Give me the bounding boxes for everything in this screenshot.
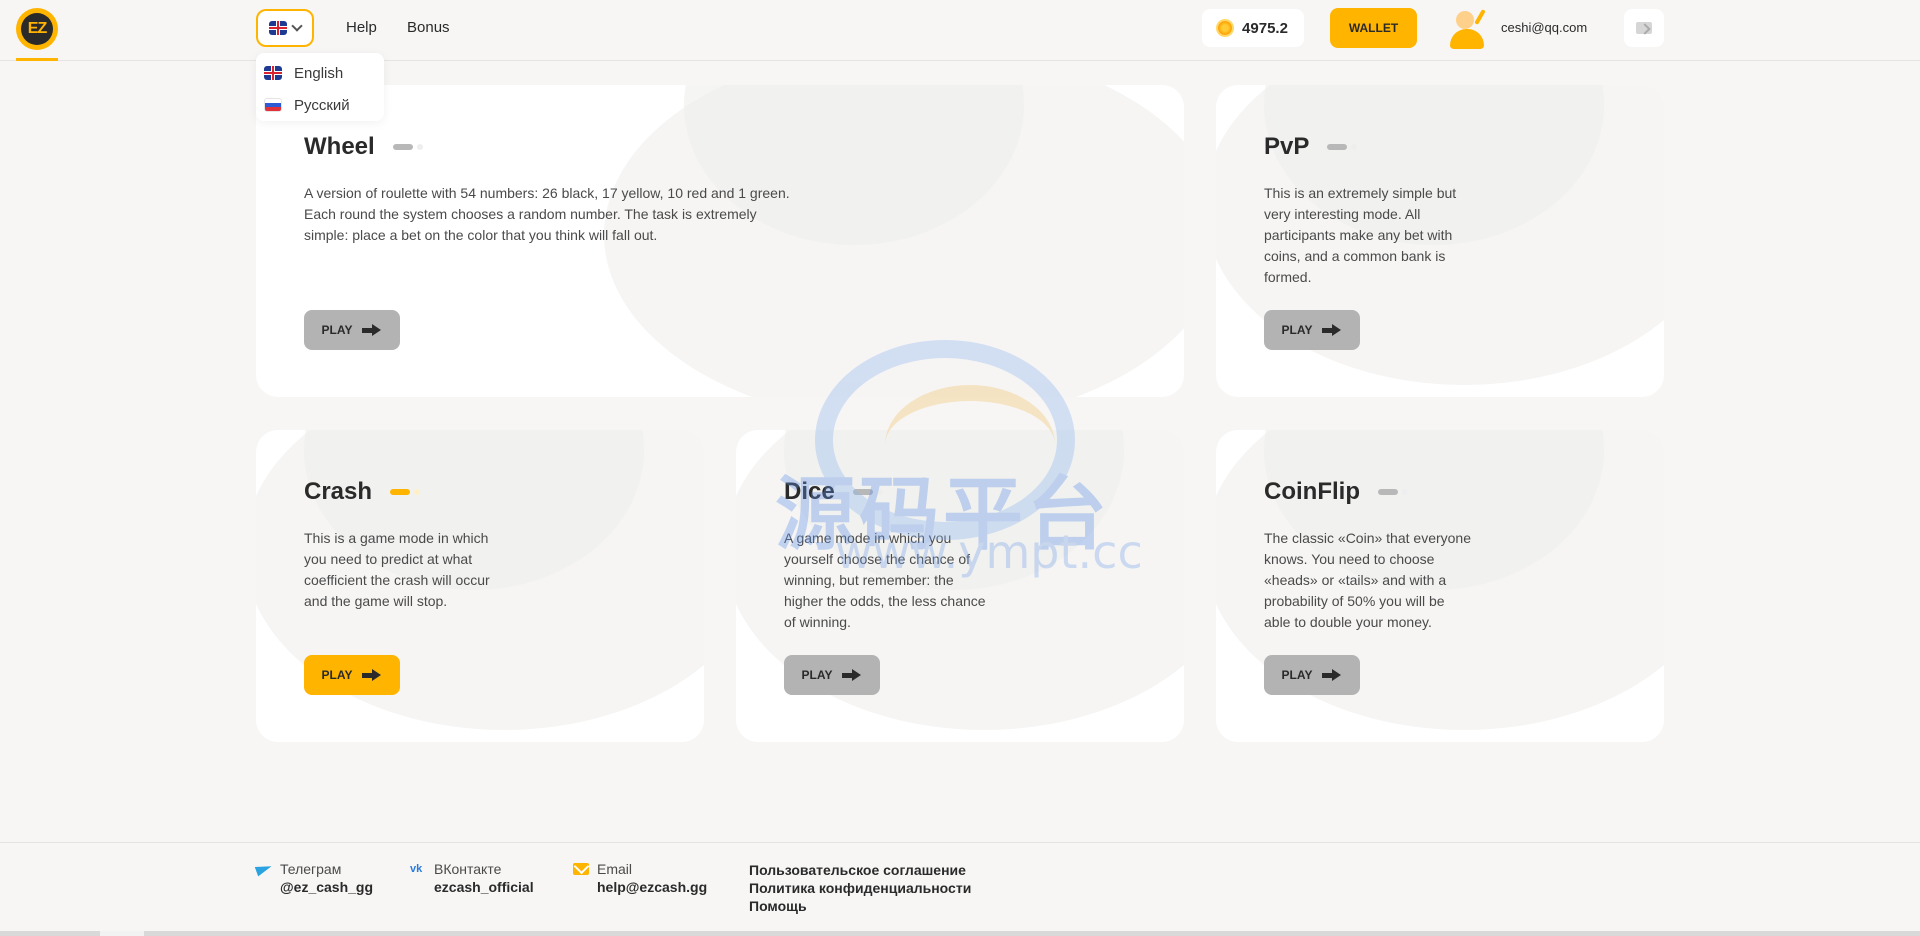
game-title: Crash [304,478,421,506]
language-selector-button[interactable] [256,9,314,47]
logout-icon [1636,22,1652,34]
game-indicator-dots [390,489,421,495]
arrow-right-icon [362,324,382,336]
telegram-icon [256,862,272,876]
footer-contact-telegram[interactable]: Телеграм @ez_cash_gg [256,861,373,895]
wallet-button[interactable]: WALLET [1330,8,1417,48]
game-card-coinflip: CoinFlip The classic «Coin» that everyon… [1216,430,1664,742]
footer-link-user-agreement[interactable]: Пользовательское соглашение [749,861,971,879]
balance-value: 4975.2 [1242,19,1288,37]
play-wheel-button[interactable]: PLAY [304,310,400,350]
vk-handle[interactable]: ezcash_official [410,879,534,895]
telegram-handle[interactable]: @ez_cash_gg [256,879,373,895]
game-indicator-dots [392,144,423,150]
language-option-english[interactable]: English [256,57,384,89]
footer-links: Пользовательское соглашение Политика кон… [749,861,971,915]
game-description: A game mode in which you yourself choose… [784,530,986,630]
language-option-label: English [294,64,344,82]
logout-button[interactable] [1624,9,1664,47]
play-pvp-button[interactable]: PLAY [1264,310,1360,350]
vk-icon: vk [410,863,423,875]
email-address[interactable]: help@ezcash.gg [573,879,707,895]
play-coinflip-button[interactable]: PLAY [1264,655,1360,695]
game-title: CoinFlip [1264,478,1408,506]
game-indicator-dots [1327,144,1358,150]
game-indicator-dots [852,489,883,495]
footer-link-help[interactable]: Помощь [749,897,971,915]
game-indicator-dots [1377,489,1408,495]
play-crash-button[interactable]: PLAY [304,655,400,695]
game-description: The classic «Coin» that everyone knows. … [1264,530,1471,630]
language-option-russian[interactable]: Русский [256,89,384,121]
language-option-label: Русский [294,96,350,114]
game-card-wheel: Wheel A version of roulette with 54 numb… [256,85,1184,397]
coin-icon [1218,21,1233,35]
game-title: Dice [784,478,883,506]
game-description: A version of roulette with 54 numbers: 2… [304,185,790,243]
game-description: This is an extremely simple but very int… [1264,185,1457,285]
top-header: EZ Help Bonus 4975.2 WALLET ceshi@qq.com [0,0,1920,61]
footer-link-privacy-policy[interactable]: Политика конфиденциальности [749,879,971,897]
nav-help-link[interactable]: Help [346,19,377,36]
arrow-right-icon [1322,324,1342,336]
logo-active-indicator [16,58,58,61]
game-title: PvP [1264,133,1358,161]
game-card-dice: Dice A game mode in which you yourself c… [736,430,1184,742]
logo-mark: EZ [21,13,53,45]
user-avatar-icon[interactable] [1450,7,1490,49]
footer-contact-email[interactable]: Email help@ezcash.gg [573,861,707,895]
uk-flag-icon [264,66,282,80]
balance-display: 4975.2 [1202,9,1304,47]
game-description: This is a game mode in which you need to… [304,530,490,609]
footer-contact-vk[interactable]: vk ВКонтакте ezcash_official [410,861,534,895]
nav-bonus-link[interactable]: Bonus [407,19,450,36]
arrow-right-icon [842,669,862,681]
arrow-right-icon [362,669,382,681]
arrow-right-icon [1322,669,1342,681]
uk-flag-icon [269,21,287,35]
chevron-down-icon [291,20,303,32]
mail-icon [573,863,589,875]
logo[interactable]: EZ [16,8,58,50]
user-email[interactable]: ceshi@qq.com [1501,20,1587,35]
play-dice-button[interactable]: PLAY [784,655,880,695]
game-card-pvp: PvP This is an extremely simple but very… [1216,85,1664,397]
horizontal-scrollbar[interactable] [0,931,1920,936]
page-footer: Телеграм @ez_cash_gg vk ВКонтакте ezcash_… [0,842,1920,936]
game-card-crash: Crash This is a game mode in which you n… [256,430,704,742]
language-dropdown-menu: English Русский [256,53,384,121]
game-title: Wheel [304,133,423,161]
ru-flag-icon [264,98,282,112]
